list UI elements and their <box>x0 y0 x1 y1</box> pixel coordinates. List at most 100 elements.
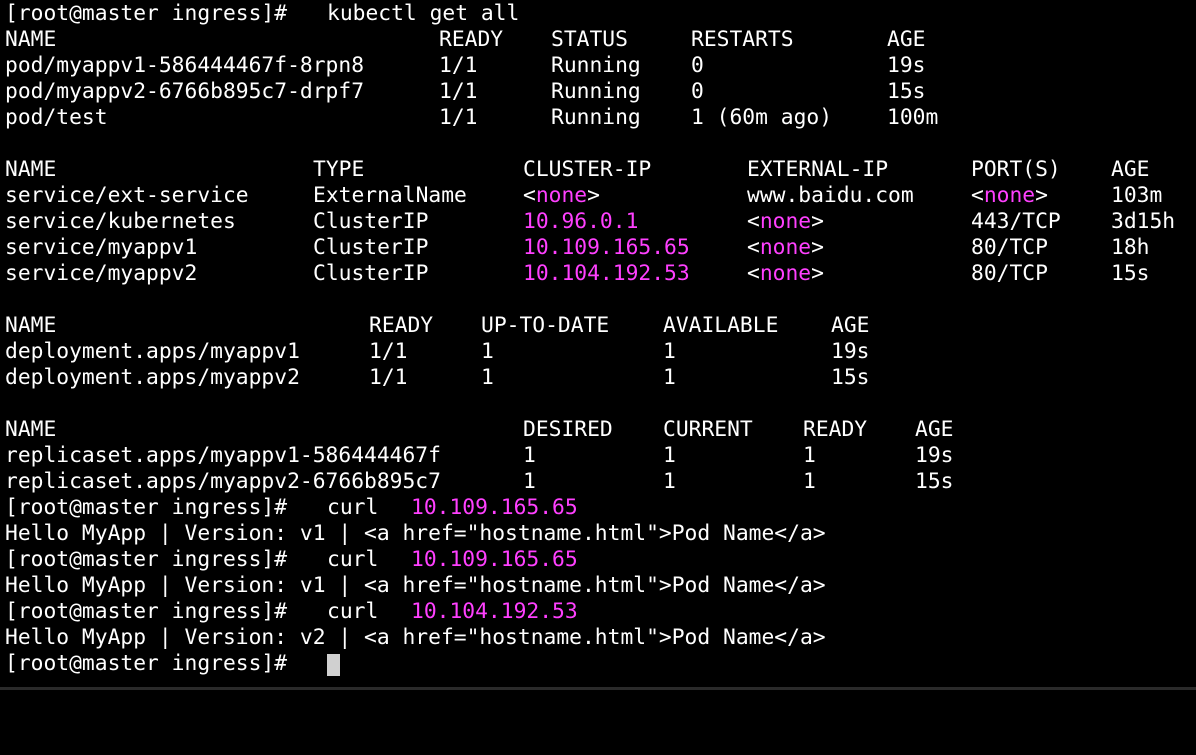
curl-target-ip: 10.109.165.65 <box>411 495 578 520</box>
pod-ready: 1/1 <box>439 79 478 104</box>
table-row: service/myappv2 ClusterIP 10.104.192.53 … <box>5 261 1149 287</box>
service-cluster-ip: <none> <box>523 183 600 208</box>
service-external-ip: <none> <box>747 235 824 260</box>
pod-restarts: 1 (60m ago) <box>691 105 833 130</box>
service-type: ExternalName <box>313 183 467 208</box>
service-ports: 443/TCP <box>971 209 1061 234</box>
service-external-ip: <none> <box>747 209 824 234</box>
replicaset-ready: 1 <box>803 469 816 494</box>
pod-name: pod/myappv1-586444467f-8rpn8 <box>5 53 365 78</box>
column-header: UP-TO-DATE <box>481 313 610 338</box>
shell-prompt: [root@master ingress]# <box>5 547 288 572</box>
pod-ready: 1/1 <box>439 105 478 130</box>
service-name: service/myappv1 <box>5 235 198 260</box>
column-header: RESTARTS <box>691 27 794 52</box>
table-row: deployment.apps/myappv1 1/1 1 1 19s <box>5 339 869 365</box>
table-row: service/ext-service ExternalName <none> … <box>5 183 1162 209</box>
replicaset-desired: 1 <box>523 469 536 494</box>
replicaset-current: 1 <box>663 443 676 468</box>
curl-response-text: Hello MyApp | Version: v2 | <a href="hos… <box>5 625 826 650</box>
command-text: kubectl get all <box>327 1 520 26</box>
column-header: PORT(S) <box>971 157 1061 182</box>
table-row: pod/myappv2-6766b895c7-drpf7 1/1 Running… <box>5 79 925 105</box>
column-header: CURRENT <box>663 417 753 442</box>
service-type: ClusterIP <box>313 209 429 234</box>
pod-name: pod/test <box>5 105 108 130</box>
service-cluster-ip: 10.96.0.1 <box>523 209 639 234</box>
column-header: NAME <box>5 27 57 52</box>
pod-age: 19s <box>887 53 926 78</box>
pod-age: 15s <box>887 79 926 104</box>
replicaset-age: 15s <box>915 469 954 494</box>
pod-status: Running <box>551 53 641 78</box>
table-row: pod/test 1/1 Running 1 (60m ago) 100m <box>5 105 938 131</box>
shell-prompt: [root@master ingress]# <box>5 495 288 520</box>
table-row: replicaset.apps/myappv1-586444467f 1 1 1… <box>5 443 953 469</box>
replicasets-header-row: NAME DESIRED CURRENT READY AGE <box>5 417 953 443</box>
service-type: ClusterIP <box>313 235 429 260</box>
service-type: ClusterIP <box>313 261 429 286</box>
service-name: service/ext-service <box>5 183 249 208</box>
service-ports: 80/TCP <box>971 261 1048 286</box>
pods-header-row: NAME READY STATUS RESTARTS AGE <box>5 27 925 53</box>
column-header: DESIRED <box>523 417 613 442</box>
column-header: AGE <box>831 313 870 338</box>
pod-restarts: 0 <box>691 53 704 78</box>
deployment-name: deployment.apps/myappv1 <box>5 339 300 364</box>
service-ports: 80/TCP <box>971 235 1048 260</box>
active-prompt-line[interactable]: [root@master ingress]# <box>5 651 340 677</box>
column-header: AGE <box>887 27 926 52</box>
pod-status: Running <box>551 105 641 130</box>
deployment-available: 1 <box>663 365 676 390</box>
column-header: NAME <box>5 157 57 182</box>
deployments-header-row: NAME READY UP-TO-DATE AVAILABLE AGE <box>5 313 869 339</box>
command-line: [root@master ingress]# curl 10.104.192.5… <box>5 599 578 625</box>
service-ports: <none> <box>971 183 1048 208</box>
curl-target-ip: 10.104.192.53 <box>411 599 578 624</box>
service-age: 3d15h <box>1111 209 1176 234</box>
service-age: 15s <box>1111 261 1150 286</box>
services-header-row: NAME TYPE CLUSTER-IP EXTERNAL-IP PORT(S)… <box>5 157 1149 183</box>
pod-ready: 1/1 <box>439 53 478 78</box>
service-age: 103m <box>1111 183 1163 208</box>
service-cluster-ip: 10.109.165.65 <box>523 235 690 260</box>
column-header: EXTERNAL-IP <box>747 157 889 182</box>
service-external-ip: www.baidu.com <box>747 183 914 208</box>
column-header: AGE <box>1111 157 1150 182</box>
shell-prompt: [root@master ingress]# <box>5 1 288 26</box>
pod-status: Running <box>551 79 641 104</box>
curl-output: Hello MyApp | Version: v2 | <a href="hos… <box>5 625 826 651</box>
deployment-ready: 1/1 <box>369 339 408 364</box>
column-header: AVAILABLE <box>663 313 779 338</box>
column-header: READY <box>439 27 504 52</box>
curl-output: Hello MyApp | Version: v1 | <a href="hos… <box>5 521 826 547</box>
column-header: AGE <box>915 417 954 442</box>
terminal-window[interactable]: [root@master ingress]# kubectl get all N… <box>5 0 1196 690</box>
shell-prompt: [root@master ingress]# <box>5 651 288 676</box>
curl-response-text: Hello MyApp | Version: v1 | <a href="hos… <box>5 573 826 598</box>
replicaset-ready: 1 <box>803 443 816 468</box>
command-text: curl <box>327 599 379 624</box>
deployment-ready: 1/1 <box>369 365 408 390</box>
command-text: curl <box>327 495 379 520</box>
shell-prompt: [root@master ingress]# <box>5 599 288 624</box>
service-external-ip: <none> <box>747 261 824 286</box>
pod-name: pod/myappv2-6766b895c7-drpf7 <box>5 79 365 104</box>
table-row: replicaset.apps/myappv2-6766b895c7 1 1 1… <box>5 469 953 495</box>
column-header: READY <box>803 417 868 442</box>
column-header: NAME <box>5 417 57 442</box>
text-cursor[interactable] <box>327 654 340 676</box>
service-name: service/myappv2 <box>5 261 198 286</box>
replicaset-name: replicaset.apps/myappv1-586444467f <box>5 443 441 468</box>
service-age: 18h <box>1111 235 1150 260</box>
table-row: deployment.apps/myappv2 1/1 1 1 15s <box>5 365 869 391</box>
column-header: CLUSTER-IP <box>523 157 652 182</box>
replicaset-desired: 1 <box>523 443 536 468</box>
curl-target-ip: 10.109.165.65 <box>411 547 578 572</box>
pod-restarts: 0 <box>691 79 704 104</box>
column-header: NAME <box>5 313 57 338</box>
command-line: [root@master ingress]# curl 10.109.165.6… <box>5 495 578 521</box>
deployment-up-to-date: 1 <box>481 365 494 390</box>
command-text: curl <box>327 547 379 572</box>
column-header: TYPE <box>313 157 365 182</box>
